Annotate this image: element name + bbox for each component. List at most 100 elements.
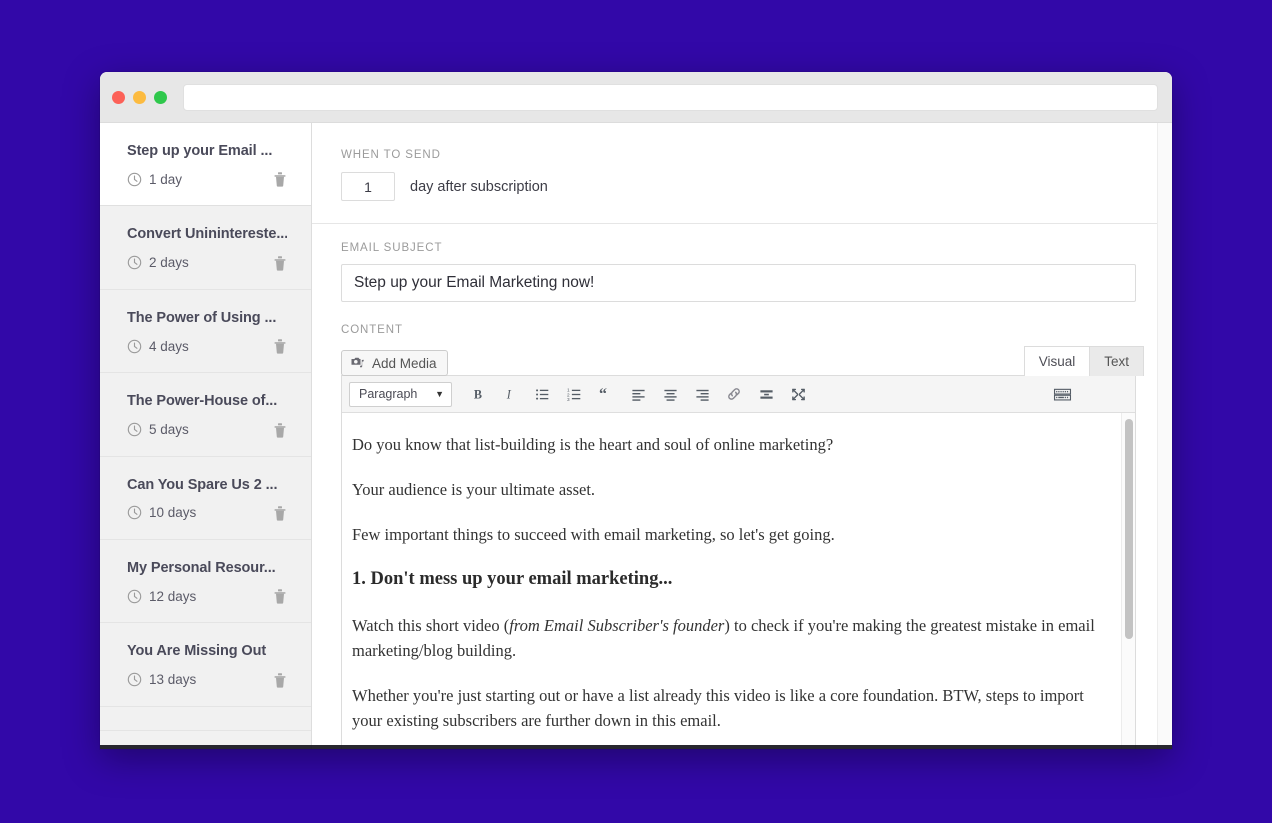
blockquote-icon: “ [598,387,614,402]
editor-content-area[interactable]: Do you know that list-building is the he… [342,413,1135,749]
toolbar-toggle-button[interactable] [1047,381,1077,408]
body-paragraph-4-part-a: Watch this short video ( [352,616,509,635]
editor-scrollbar-thumb[interactable] [1125,419,1133,639]
tab-visual[interactable]: Visual [1024,346,1091,376]
email-delay: 4 days [127,339,189,354]
sidebar-item-email-5[interactable]: My Personal Resour... 12 days [100,540,311,623]
body-paragraph-4-emphasis: from Email Subscriber's founder [509,616,724,635]
email-editor-main: WHEN TO SEND day after subscription EMAI… [312,123,1172,749]
email-delay: 5 days [127,422,189,437]
email-meta: 5 days [127,422,287,438]
body-paragraph-3: Few important things to succeed with ema… [352,523,1107,548]
email-sequence-sidebar[interactable]: Step up your Email ... 1 day [100,123,312,749]
body-heading-1: 1. Don't mess up your email marketing... [352,567,1107,592]
svg-text:3: 3 [567,397,570,402]
body-paragraph-5: Whether you're just starting out or have… [352,684,1107,734]
sidebar-item-email-0[interactable]: Step up your Email ... 1 day [100,123,311,206]
trash-icon[interactable] [273,422,287,438]
email-body-content[interactable]: Do you know that list-building is the he… [352,433,1107,749]
email-delay-label: 5 days [149,422,189,437]
email-delay: 1 day [127,172,182,187]
insert-link-button[interactable] [719,381,749,408]
trash-icon[interactable] [273,338,287,354]
email-meta: 1 day [127,171,287,187]
media-and-tabs-row: Add Media Visual Text [341,346,1144,376]
insert-read-more-button[interactable] [751,381,781,408]
align-center-button[interactable] [655,381,685,408]
email-delay: 10 days [127,505,196,520]
numbered-list-button[interactable]: 1 2 3 [559,381,589,408]
chevron-down-icon: ▼ [435,389,444,399]
trash-icon[interactable] [273,588,287,604]
trash-icon[interactable] [273,672,287,688]
when-to-send-section: WHEN TO SEND day after subscription [312,123,1172,224]
email-title: Can You Spare Us 2 ... [127,477,287,494]
email-meta: 2 days [127,255,287,271]
maximize-window-button[interactable] [154,91,167,104]
email-delay-label: 13 days [149,672,196,687]
browser-window: Step up your Email ... 1 day [100,72,1172,749]
sidebar-item-email-7-partial[interactable] [100,707,311,731]
clock-icon [127,672,142,687]
clock-icon [127,255,142,270]
page-scrollbar[interactable] [1157,123,1172,749]
email-title: Step up your Email ... [127,143,287,160]
sidebar-item-email-3[interactable]: The Power-House of... 5 days [100,373,311,456]
sidebar-item-email-2[interactable]: The Power of Using ... 4 days [100,290,311,373]
read-more-icon [759,387,774,402]
add-media-label: Add Media [372,356,437,371]
bulleted-list-button[interactable] [527,381,557,408]
url-input[interactable] [183,84,1158,111]
email-delay-label: 2 days [149,255,189,270]
body-paragraph-2: Your audience is your ultimate asset. [352,478,1107,503]
when-to-send-label: WHEN TO SEND [341,149,1144,161]
bold-icon: B [471,387,486,402]
email-subject-label: EMAIL SUBJECT [341,242,1144,254]
browser-titlebar [100,72,1172,122]
email-delay: 12 days [127,589,196,604]
delay-suffix-label: day after subscription [410,179,548,195]
italic-button[interactable]: I [495,381,525,408]
window-traffic-lights [112,91,167,104]
add-media-button[interactable]: Add Media [341,350,448,376]
minimize-window-button[interactable] [133,91,146,104]
sidebar-item-email-1[interactable]: Convert Uninintereste... 2 days [100,206,311,289]
trash-icon[interactable] [273,505,287,521]
email-delay: 2 days [127,255,189,270]
email-delay-label: 1 day [149,172,182,187]
clock-icon [127,505,142,520]
bold-button[interactable]: B [463,381,493,408]
email-subject-input[interactable] [341,264,1136,302]
paragraph-format-select[interactable]: Paragraph ▼ [349,382,452,407]
sidebar-item-email-6[interactable]: You Are Missing Out 13 days [100,623,311,706]
body-paragraph-1: Do you know that list-building is the he… [352,433,1107,458]
editor-mode-tabs: Visual Text [1024,346,1144,376]
wysiwyg-editor: Paragraph ▼ B I [341,375,1136,749]
tab-text[interactable]: Text [1090,346,1144,376]
email-meta: 4 days [127,338,287,354]
align-left-icon [631,387,646,402]
email-delay-label: 4 days [149,339,189,354]
sidebar-item-email-4[interactable]: Can You Spare Us 2 ... 10 days [100,457,311,540]
body-paragraph-4: Watch this short video (from Email Subsc… [352,614,1107,664]
delay-days-input[interactable] [341,172,395,201]
keyboard-toolbar-toggle-icon [1053,387,1072,402]
trash-icon[interactable] [273,255,287,271]
trash-icon[interactable] [273,171,287,187]
distraction-free-mode-button[interactable] [783,381,813,408]
email-title: Convert Uninintereste... [127,226,287,243]
email-title: The Power of Using ... [127,310,287,327]
email-subject-section: EMAIL SUBJECT [312,224,1172,302]
app-body: Step up your Email ... 1 day [100,122,1172,749]
email-meta: 10 days [127,505,287,521]
close-window-button[interactable] [112,91,125,104]
editor-toolbar-left-group: Paragraph ▼ B I [349,381,813,408]
align-right-button[interactable] [687,381,717,408]
blockquote-button[interactable]: “ [591,381,621,408]
numbered-list-icon: 1 2 3 [567,387,582,402]
when-to-send-row: day after subscription [341,172,1144,201]
bulleted-list-icon [535,387,550,402]
align-center-icon [663,387,678,402]
editor-scrollbar[interactable] [1121,413,1135,749]
align-left-button[interactable] [623,381,653,408]
